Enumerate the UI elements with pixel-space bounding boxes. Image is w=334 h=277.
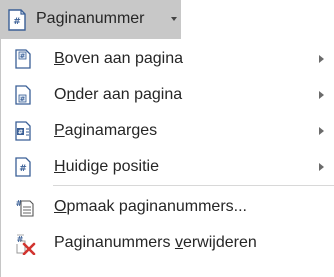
menu-item-label: Huidige positie	[54, 158, 159, 175]
page: # Paginanummer # Boven aan pagina # Onde…	[0, 0, 334, 277]
menu-item-format-page-numbers[interactable]: # Opmaak paginanummers...	[1, 189, 334, 225]
submenu-arrow-icon	[319, 127, 324, 135]
svg-text:#: #	[19, 164, 27, 174]
svg-text:#: #	[20, 52, 25, 60]
page-number-menu: # Boven aan pagina # Onder aan pagina # …	[0, 39, 334, 277]
current-position-icon: #	[15, 157, 31, 182]
menu-item-label: Boven aan pagina	[54, 50, 183, 67]
page-bottom-icon: #	[15, 85, 31, 110]
menu-item-top-of-page[interactable]: # Boven aan pagina	[1, 41, 334, 77]
submenu-arrow-icon	[319, 91, 324, 99]
menu-separator	[53, 185, 334, 186]
page-top-icon: #	[15, 49, 31, 74]
menu-item-page-margins[interactable]: # Paginamarges	[1, 113, 334, 149]
remove-page-numbers-icon: #	[15, 233, 37, 260]
menu-item-bottom-of-page[interactable]: # Onder aan pagina	[1, 77, 334, 113]
svg-text:#: #	[18, 128, 23, 136]
format-page-numbers-icon: #	[15, 197, 35, 222]
page-number-icon: #	[8, 9, 26, 36]
submenu-arrow-icon	[319, 163, 324, 171]
menu-item-remove-page-numbers[interactable]: # Paginanummers verwijderen	[1, 225, 334, 261]
menu-item-label: Opmaak paginanummers...	[54, 198, 247, 215]
page-margins-icon: #	[15, 121, 31, 146]
chevron-down-icon[interactable]	[171, 17, 177, 21]
menu-item-label: Paginamarges	[54, 122, 158, 139]
ribbon-button-label: Paginanummer	[36, 10, 145, 27]
svg-text:#: #	[20, 95, 25, 103]
menu-item-label: Paginanummers verwijderen	[54, 234, 257, 251]
page-number-ribbon-button[interactable]: # Paginanummer	[0, 0, 181, 39]
submenu-arrow-icon	[319, 55, 324, 63]
svg-text:#: #	[13, 17, 21, 27]
svg-text:#: #	[17, 235, 24, 244]
menu-item-label: Onder aan pagina	[54, 86, 183, 103]
menu-item-current-position[interactable]: # Huidige positie	[1, 149, 334, 185]
